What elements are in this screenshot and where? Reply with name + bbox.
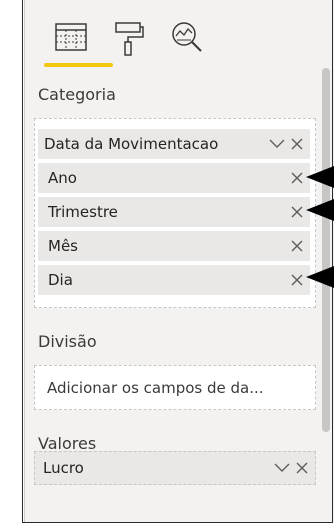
pointer-arrow-icon <box>306 199 334 221</box>
valores-field[interactable]: Lucro <box>34 451 316 485</box>
remove-field-icon[interactable] <box>290 137 304 151</box>
categoria-field[interactable]: Data da Movimentacao <box>38 129 310 159</box>
categoria-field-label: Data da Movimentacao <box>44 135 219 153</box>
pointer-arrow-icon <box>306 166 334 188</box>
scrollbar[interactable] <box>320 60 332 523</box>
hierarchy-item-trimestre[interactable]: Trimestre <box>38 197 310 227</box>
hierarchy-item-dia[interactable]: Dia <box>38 265 310 295</box>
remove-hierarchy-icon[interactable] <box>290 273 304 287</box>
divisao-drop-zone[interactable]: Adicionar os campos de da... <box>34 365 316 410</box>
hierarchy-item-label: Mês <box>48 237 78 255</box>
remove-field-icon[interactable] <box>295 461 309 475</box>
fields-table-icon[interactable] <box>54 20 88 58</box>
pointer-arrow-icon <box>306 266 334 288</box>
hierarchy-item-label: Ano <box>48 169 77 187</box>
remove-hierarchy-icon[interactable] <box>290 239 304 253</box>
hierarchy-item-label: Trimestre <box>48 203 118 221</box>
scrollbar-thumb[interactable] <box>322 68 330 432</box>
chevron-down-icon[interactable] <box>268 134 286 154</box>
divisao-label: Divisão <box>38 332 97 351</box>
chevron-down-icon[interactable] <box>273 458 291 478</box>
hierarchy-item-mes[interactable]: Mês <box>38 231 310 261</box>
paint-roller-icon[interactable] <box>112 20 146 62</box>
remove-hierarchy-icon[interactable] <box>290 171 304 185</box>
hierarchy-item-ano[interactable]: Ano <box>38 163 310 193</box>
remove-hierarchy-icon[interactable] <box>290 205 304 219</box>
valores-field-label: Lucro <box>43 459 84 477</box>
categoria-label: Categoria <box>38 85 116 104</box>
hierarchy-item-label: Dia <box>48 271 73 289</box>
active-tab-indicator <box>44 63 113 67</box>
analytics-magnifier-icon[interactable] <box>170 20 204 60</box>
